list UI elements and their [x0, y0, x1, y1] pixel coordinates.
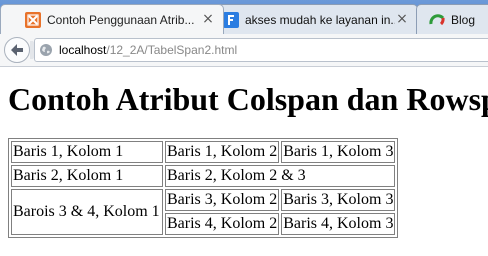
table-cell: Baris 1, Kolom 1	[11, 141, 163, 163]
table-cell: Baris 2, Kolom 1	[11, 165, 163, 187]
table-cell: Baris 1, Kolom 3	[281, 141, 396, 163]
tab-title: Contoh Penggunaan Atrib...	[47, 13, 195, 27]
back-arrow-icon	[11, 44, 23, 56]
page-content: Contoh Atribut Colspan dan Rowspan Baris…	[0, 67, 488, 256]
close-icon[interactable]: ×	[201, 12, 215, 26]
table-row: Baris 2, Kolom 1 Baris 2, Kolom 2 & 3	[11, 165, 396, 187]
back-button[interactable]	[4, 37, 30, 63]
table-cell: Baris 1, Kolom 2	[165, 141, 280, 163]
navigation-toolbar: localhost/12_2A/TabelSpan2.html	[0, 34, 488, 67]
rowspan-cell: Barois 3 & 4, Kolom 1	[11, 189, 163, 235]
tab-title: Blog	[451, 13, 476, 27]
address-bar[interactable]: localhost/12_2A/TabelSpan2.html	[34, 38, 488, 62]
url-text[interactable]: localhost/12_2A/TabelSpan2.html	[59, 43, 237, 57]
page-heading: Contoh Atribut Colspan dan Rowspan	[8, 81, 488, 117]
close-icon[interactable]: ×	[395, 12, 409, 26]
table-cell: Baris 3, Kolom 3	[281, 189, 396, 211]
tab-title: akses mudah ke layanan in...	[245, 13, 395, 27]
url-host: localhost	[59, 43, 107, 57]
orange-html-icon	[25, 12, 41, 28]
globe-icon	[40, 44, 52, 56]
tab-akses-mudah[interactable]: akses mudah ke layanan in... ×	[210, 4, 418, 34]
table-row: Baris 1, Kolom 1 Baris 1, Kolom 2 Baris …	[11, 141, 396, 163]
tab-contoh-penggunaan[interactable]: Contoh Penggunaan Atrib... ×	[0, 4, 224, 34]
blue-f-icon	[223, 12, 239, 28]
table-row: Barois 3 & 4, Kolom 1 Baris 3, Kolom 2 B…	[11, 189, 396, 235]
table-cell: Baris 4, Kolom 3	[281, 213, 396, 235]
tab-blog[interactable]: Blog	[416, 4, 488, 34]
url-path: /12_2A/TabelSpan2.html	[106, 43, 238, 57]
table-cell: Baris 3, Kolom 2	[165, 189, 280, 211]
green-loading-icon	[429, 14, 445, 26]
table-cell: Baris 4, Kolom 2	[165, 213, 280, 235]
colspan-cell: Baris 2, Kolom 2 & 3	[165, 165, 396, 187]
span-table: Baris 1, Kolom 1 Baris 1, Kolom 2 Baris …	[8, 138, 399, 238]
tab-strip: akses mudah ke layanan in... × Blog Cont…	[0, 0, 488, 34]
